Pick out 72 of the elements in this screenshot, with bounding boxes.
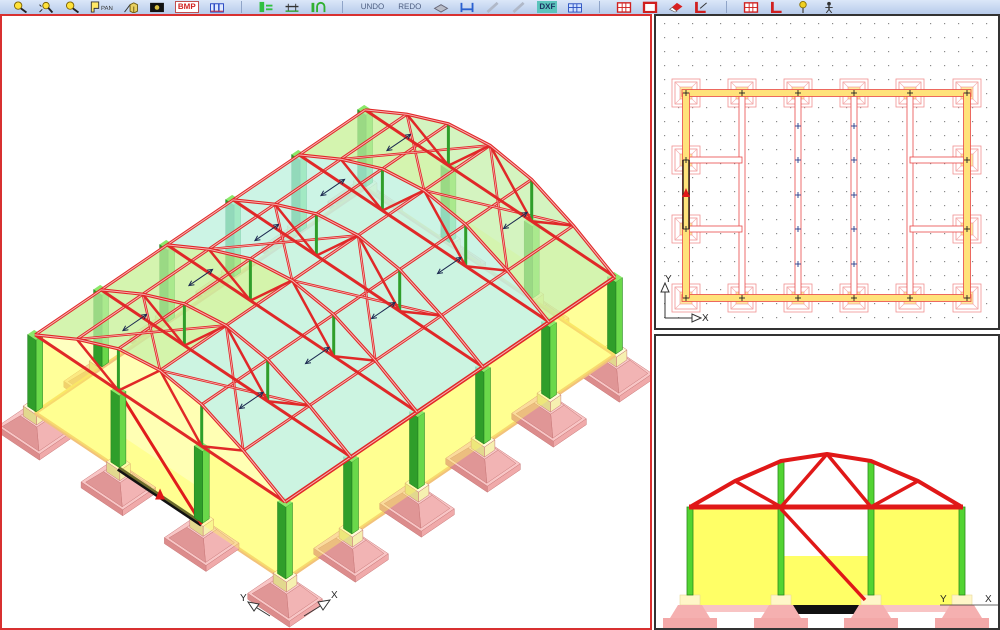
column-marker-icon bbox=[964, 156, 970, 164]
double-arrow-icon bbox=[304, 346, 330, 364]
column-marker-icon bbox=[850, 294, 858, 302]
grid-icon[interactable] bbox=[616, 1, 632, 13]
model-view[interactable]: Y X bbox=[0, 14, 652, 630]
column-marker-icon bbox=[682, 90, 690, 96]
double-arrow-icon bbox=[370, 302, 396, 320]
node-marker-icon bbox=[794, 156, 802, 164]
axis-label: X bbox=[985, 594, 992, 605]
plan-view[interactable]: Y X bbox=[654, 14, 1000, 330]
grid-icon[interactable] bbox=[567, 1, 584, 13]
footing bbox=[663, 594, 717, 628]
redo-button[interactable]: REDO bbox=[396, 2, 424, 12]
eraser-icon[interactable] bbox=[668, 1, 684, 13]
axis-label: Y bbox=[940, 594, 947, 605]
elevation-view[interactable]: Y X bbox=[654, 334, 1000, 630]
double-arrow-icon bbox=[320, 178, 346, 196]
axis-label: Y bbox=[665, 274, 672, 285]
double-arrow-icon bbox=[254, 224, 280, 242]
magnifier-icon[interactable] bbox=[12, 1, 28, 13]
axis-line bbox=[940, 604, 998, 606]
node-marker-icon bbox=[794, 226, 802, 232]
column-marker-icon bbox=[964, 226, 970, 232]
dxf-export-button[interactable]: DXF bbox=[537, 1, 558, 13]
footing bbox=[844, 594, 898, 628]
beam-icon[interactable] bbox=[459, 1, 476, 13]
double-arrow-icon bbox=[502, 212, 528, 230]
node-marker-icon bbox=[794, 192, 802, 198]
node-marker-icon bbox=[850, 122, 858, 130]
column-marker-icon bbox=[682, 156, 690, 164]
column-marker-icon bbox=[906, 294, 914, 302]
selected-beam[interactable] bbox=[682, 160, 690, 229]
column-marker-icon bbox=[964, 90, 970, 96]
column-marker-icon bbox=[794, 90, 802, 96]
axis-label: X bbox=[331, 590, 338, 601]
axis-arrow bbox=[304, 599, 332, 616]
axis-label: X bbox=[702, 313, 709, 324]
magnifier-icon[interactable] bbox=[38, 1, 54, 13]
column-marker-icon bbox=[682, 294, 690, 302]
undo-button[interactable]: UNDO bbox=[358, 2, 386, 12]
node-marker-icon bbox=[850, 156, 858, 164]
truss-icon[interactable] bbox=[284, 1, 300, 13]
selected-beam[interactable] bbox=[117, 466, 204, 526]
node-marker-icon bbox=[850, 226, 858, 232]
column-marker-icon bbox=[964, 294, 970, 302]
column-marker-icon bbox=[850, 90, 858, 96]
direction-marker-icon bbox=[682, 188, 690, 197]
frame-icon[interactable] bbox=[208, 1, 225, 13]
bmp-export-button[interactable]: BMP bbox=[174, 1, 199, 13]
page-icon bbox=[90, 1, 100, 13]
node-marker-icon bbox=[794, 122, 802, 130]
axis-label: Y bbox=[240, 593, 247, 604]
double-arrow-icon bbox=[122, 314, 148, 332]
double-arrow-icon bbox=[188, 268, 214, 286]
frame-icon[interactable] bbox=[642, 1, 658, 13]
cube-icon[interactable] bbox=[122, 1, 139, 13]
camera-icon[interactable] bbox=[148, 1, 165, 13]
node-marker-icon bbox=[850, 192, 858, 198]
node-marker-icon bbox=[850, 260, 858, 268]
column-marker-icon bbox=[794, 294, 802, 302]
column-marker-icon bbox=[682, 226, 690, 232]
column-marker-icon bbox=[738, 90, 746, 96]
double-arrow-icon bbox=[238, 392, 264, 410]
footing bbox=[754, 594, 808, 628]
double-arrow-icon bbox=[436, 256, 462, 274]
double-arrow-icon bbox=[386, 134, 412, 152]
magnifier-icon[interactable] bbox=[64, 1, 80, 13]
column-marker-icon bbox=[906, 90, 914, 96]
grid-icon[interactable] bbox=[743, 1, 760, 13]
axis-arrow bbox=[246, 601, 270, 616]
column-marker-icon bbox=[738, 294, 746, 302]
node-marker-icon bbox=[794, 260, 802, 268]
